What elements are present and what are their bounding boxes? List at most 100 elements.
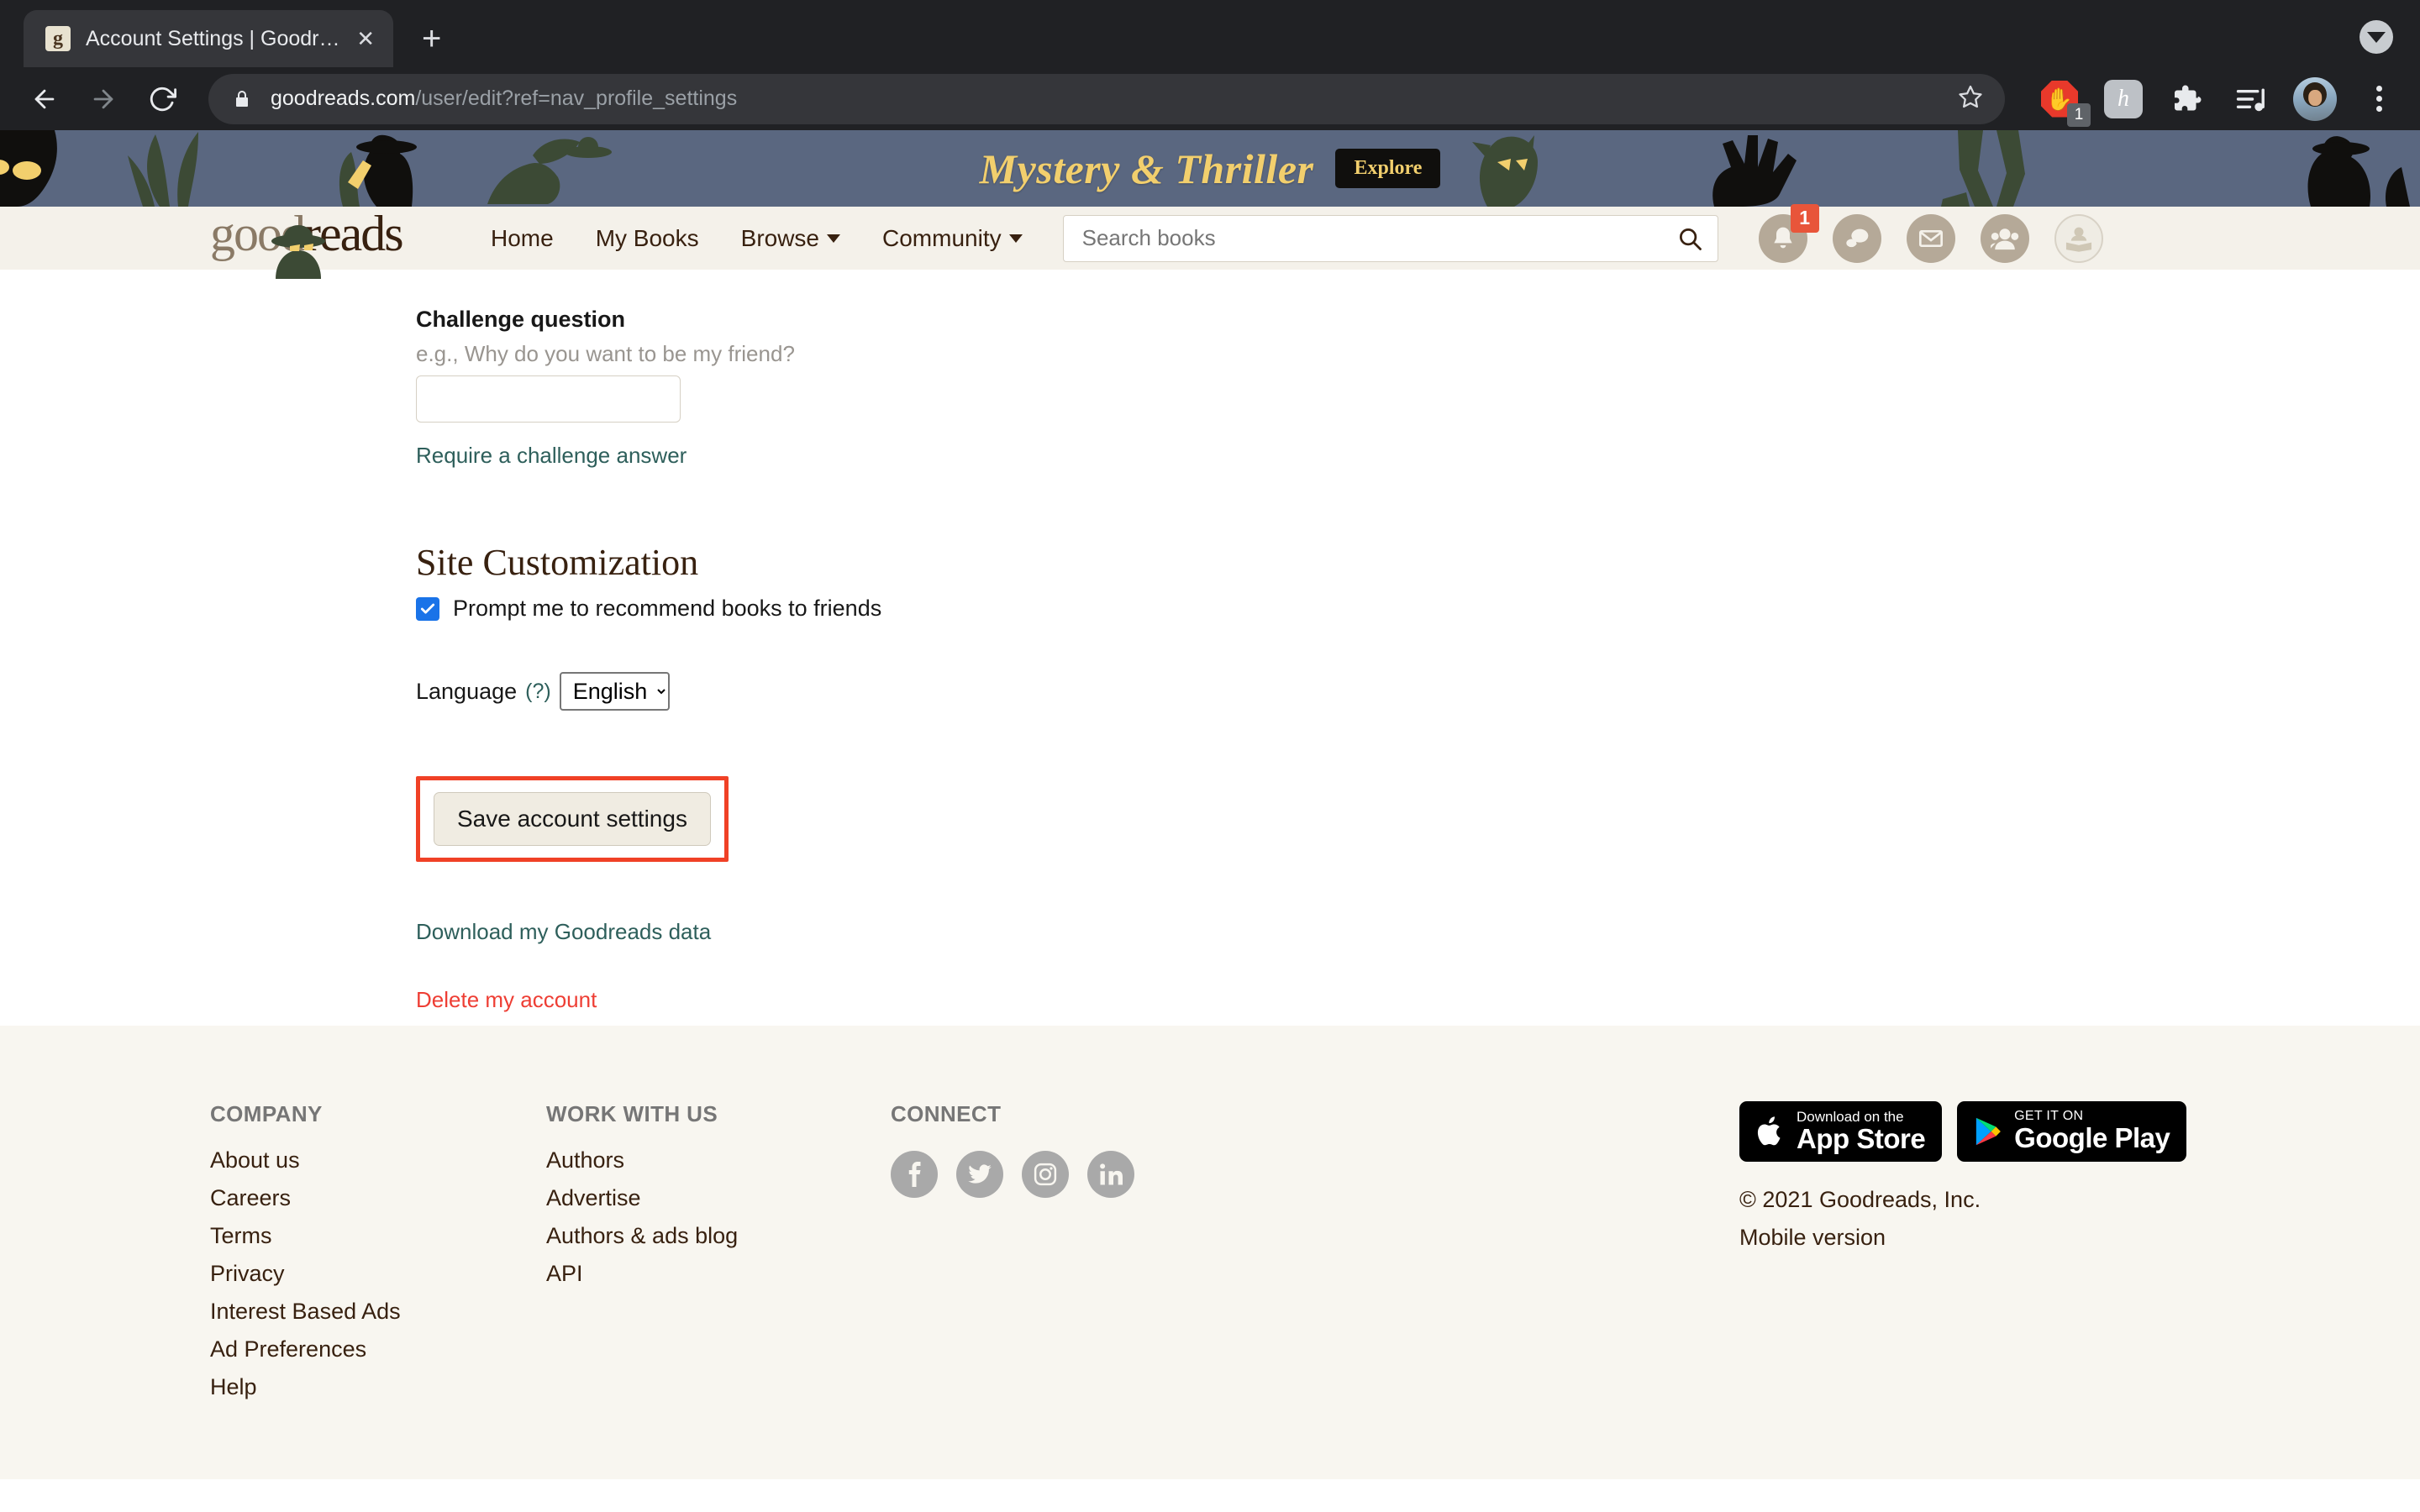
challenge-question-hint: e.g., Why do you want to be my friend? bbox=[416, 341, 795, 366]
banner-silhouette-legs bbox=[1941, 130, 2025, 207]
linkedin-icon[interactable] bbox=[1087, 1151, 1134, 1198]
friends-group-icon[interactable] bbox=[1980, 213, 2029, 263]
browser-profile-avatar[interactable] bbox=[2292, 76, 2338, 122]
site-customization-heading: Site Customization bbox=[416, 542, 699, 583]
footer-link-interest-based-ads[interactable]: Interest Based Ads bbox=[210, 1299, 546, 1325]
footer-link-help[interactable]: Help bbox=[210, 1374, 546, 1400]
nav-label: My Books bbox=[595, 224, 699, 251]
download-goodreads-data-link[interactable]: Download my Goodreads data bbox=[416, 919, 2420, 945]
honey-icon[interactable]: h bbox=[2101, 76, 2146, 122]
puzzle-extensions-icon[interactable] bbox=[2165, 76, 2210, 122]
save-button-highlight: Save account settings bbox=[416, 776, 729, 862]
nav-item-home[interactable]: Home bbox=[491, 225, 554, 252]
nav-label: Community bbox=[882, 224, 1002, 251]
close-tab-icon[interactable]: ✕ bbox=[356, 28, 375, 50]
copyright-text: © 2021 Goodreads, Inc. bbox=[1739, 1187, 1981, 1212]
require-challenge-answer-link[interactable]: Require a challenge answer bbox=[416, 443, 687, 469]
challenge-question-input[interactable] bbox=[416, 375, 681, 423]
url-text: goodreads.com/user/edit?ref=nav_profile_… bbox=[271, 87, 737, 111]
chevron-down-icon bbox=[1008, 234, 1023, 243]
banner-silhouette-reader bbox=[487, 137, 612, 204]
goodreads-favicon-icon: g bbox=[45, 26, 71, 51]
browser-toolbar: goodreads.com/user/edit?ref=nav_profile_… bbox=[0, 67, 2420, 130]
footer-app-area: Download on the App Store GET IT ON Goog… bbox=[1739, 1101, 2210, 1251]
lock-icon bbox=[232, 89, 252, 109]
language-label: Language bbox=[416, 678, 518, 704]
profile-avatar-icon[interactable] bbox=[2054, 213, 2103, 263]
user-navigation: 1 bbox=[1758, 203, 2103, 263]
address-bar[interactable]: goodreads.com/user/edit?ref=nav_profile_… bbox=[208, 73, 2005, 124]
delete-account-link[interactable]: Delete my account bbox=[416, 987, 597, 1013]
chrome-menu-icon[interactable] bbox=[2356, 76, 2402, 122]
mystery-thriller-ad-banner[interactable]: Mystery & Thriller Explore bbox=[0, 130, 2420, 207]
recommend-books-checkbox[interactable] bbox=[416, 596, 439, 621]
tab-search-icon[interactable] bbox=[2360, 20, 2393, 54]
footer-link-authors-ads-blog[interactable]: Authors & ads blog bbox=[546, 1223, 891, 1249]
footer-heading-connect: CONNECT bbox=[891, 1101, 1002, 1126]
mobile-version-link[interactable]: Mobile version bbox=[1739, 1225, 2210, 1251]
goodreads-logo[interactable]: goodreads bbox=[210, 208, 454, 279]
footer-link-api[interactable]: API bbox=[546, 1261, 891, 1287]
save-account-settings-button[interactable]: Save account settings bbox=[434, 792, 711, 846]
nav-item-browse[interactable]: Browse bbox=[740, 224, 841, 252]
social-links bbox=[891, 1151, 1227, 1198]
facebook-icon[interactable] bbox=[891, 1151, 938, 1198]
bookmark-star-icon[interactable] bbox=[1958, 84, 1983, 113]
footer-link-ad-preferences[interactable]: Ad Preferences bbox=[210, 1336, 546, 1362]
ad-banner-title: Mystery & Thriller bbox=[979, 144, 1314, 192]
browser-tab[interactable]: g Account Settings | Goodreads ✕ bbox=[24, 10, 393, 67]
banner-silhouette-face bbox=[0, 130, 57, 207]
ad-explore-button[interactable]: Explore bbox=[1335, 149, 1441, 188]
banner-silhouette-hand bbox=[1712, 135, 1797, 207]
language-select[interactable]: English bbox=[559, 672, 670, 711]
forward-icon[interactable] bbox=[77, 73, 129, 125]
detective-mascot-icon bbox=[271, 224, 325, 279]
footer-link-about-us[interactable]: About us bbox=[210, 1147, 546, 1173]
adblock-badge: 1 bbox=[2067, 102, 2091, 127]
footer-column-company: COMPANY About us Careers Terms Privacy I… bbox=[210, 1101, 546, 1412]
app-store-badge[interactable]: Download on the App Store bbox=[1739, 1101, 1943, 1162]
footer-link-advertise[interactable]: Advertise bbox=[546, 1185, 891, 1211]
banner-silhouette-figure bbox=[2307, 136, 2410, 207]
nav-label: Home bbox=[491, 224, 554, 251]
adblock-icon[interactable]: ✋ 1 bbox=[2037, 76, 2091, 127]
footer-link-privacy[interactable]: Privacy bbox=[210, 1261, 546, 1287]
nav-item-community[interactable]: Community bbox=[882, 225, 1023, 252]
footer-link-careers[interactable]: Careers bbox=[210, 1185, 546, 1211]
chevron-down-icon bbox=[827, 234, 841, 243]
app-store-small: Download on the bbox=[1797, 1108, 1904, 1125]
twitter-icon[interactable] bbox=[956, 1151, 1003, 1198]
kebab-dots bbox=[2375, 86, 2382, 112]
banner-silhouette-creature bbox=[1472, 135, 1538, 207]
language-row: Language (?) English bbox=[416, 672, 2420, 711]
back-icon[interactable] bbox=[18, 73, 71, 125]
footer-column-work-with-us: WORK WITH US Authors Advertise Authors &… bbox=[546, 1101, 891, 1412]
reload-icon[interactable] bbox=[136, 73, 188, 125]
music-playlist-icon[interactable] bbox=[2228, 76, 2274, 122]
messages-envelope-icon[interactable] bbox=[1906, 213, 1955, 263]
footer-heading-company: COMPANY bbox=[210, 1101, 323, 1126]
avatar bbox=[2293, 76, 2337, 121]
comments-icon[interactable] bbox=[1832, 213, 1881, 263]
google-play-badge[interactable]: GET IT ON Google Play bbox=[1957, 1101, 2187, 1162]
recommend-books-checkbox-row[interactable]: Prompt me to recommend books to friends bbox=[416, 596, 2420, 622]
footer-link-terms[interactable]: Terms bbox=[210, 1223, 546, 1249]
footer-heading-work: WORK WITH US bbox=[546, 1101, 718, 1126]
main-navigation: Home My Books Browse Community bbox=[491, 225, 1023, 252]
new-tab-icon[interactable]: + bbox=[422, 22, 441, 55]
google-play-text: GET IT ON Google Play bbox=[2014, 1109, 2170, 1152]
check-icon bbox=[420, 603, 435, 614]
site-footer: COMPANY About us Careers Terms Privacy I… bbox=[0, 1026, 2420, 1479]
notifications-bell-icon[interactable]: 1 bbox=[1758, 203, 1819, 263]
language-help-link[interactable]: (?) bbox=[525, 680, 551, 704]
nav-label: Browse bbox=[740, 224, 820, 251]
search-input[interactable]: Search books bbox=[1062, 214, 1718, 262]
footer-link-authors[interactable]: Authors bbox=[546, 1147, 891, 1173]
recommend-books-label: Prompt me to recommend books to friends bbox=[453, 596, 882, 621]
nav-item-my-books[interactable]: My Books bbox=[596, 225, 699, 252]
footer-column-connect: CONNECT bbox=[891, 1101, 1227, 1412]
instagram-icon[interactable] bbox=[1022, 1151, 1069, 1198]
search-icon[interactable] bbox=[1677, 226, 1702, 251]
banner-silhouette-detective bbox=[339, 134, 417, 207]
tab-title: Account Settings | Goodreads bbox=[86, 26, 342, 50]
